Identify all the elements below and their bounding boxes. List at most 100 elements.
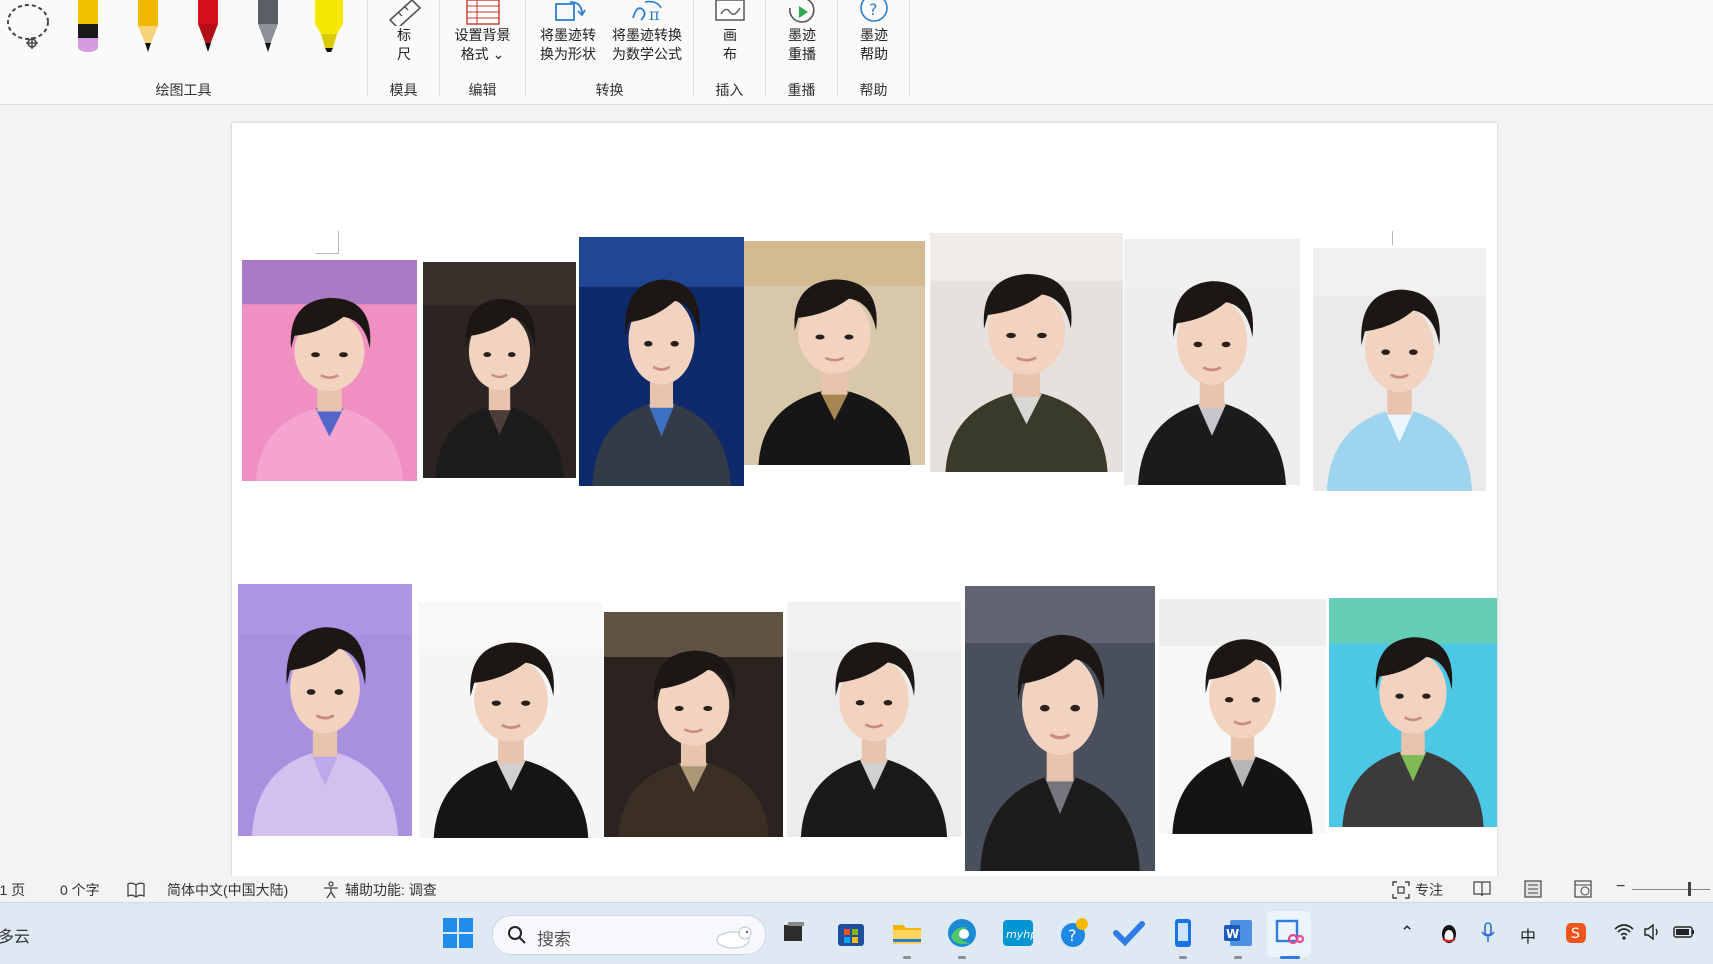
- active-indicator: [1280, 956, 1300, 959]
- portrait-photo-row2-2[interactable]: [419, 602, 603, 838]
- phone-link-icon[interactable]: [1167, 917, 1199, 949]
- language-indicator[interactable]: 简体中文(中国大陆): [167, 880, 288, 900]
- weather-label[interactable]: 多云: [0, 923, 30, 947]
- help-icon: ?: [860, 0, 888, 22]
- word-count[interactable]: 0 个字: [60, 880, 100, 900]
- portrait-photo-row2-5[interactable]: [965, 586, 1155, 871]
- search-placeholder: 搜索: [537, 930, 571, 949]
- background-grid-icon: [465, 0, 500, 25]
- svg-text:S: S: [1571, 926, 1580, 942]
- group-label-insert: 插入: [715, 82, 744, 98]
- portrait-photo-row2-7[interactable]: [1329, 598, 1497, 827]
- zoom-out-button[interactable]: −: [1616, 878, 1625, 896]
- print-layout-icon[interactable]: [1524, 880, 1542, 898]
- svg-text:π: π: [649, 5, 660, 24]
- running-indicator: [1179, 956, 1187, 959]
- portrait-photo-row1-6[interactable]: [1124, 239, 1300, 485]
- microsoft-todo-icon[interactable]: [1113, 917, 1145, 949]
- accessibility-icon[interactable]: [322, 881, 340, 899]
- zoom-slider-thumb[interactable]: [1688, 882, 1691, 896]
- microphone-icon[interactable]: [1480, 922, 1496, 944]
- task-view-icon[interactable]: [778, 917, 810, 949]
- battery-icon[interactable]: [1672, 923, 1696, 941]
- margin-corner-mark: [1392, 231, 1393, 245]
- portrait-photo-row1-7[interactable]: [1313, 248, 1486, 491]
- group-label-convert: 转换: [595, 82, 624, 98]
- group-label-replay: 重播: [787, 82, 816, 98]
- ruler-button[interactable]: 标 尺: [382, 0, 426, 64]
- portrait-photo-row1-2[interactable]: [423, 262, 576, 478]
- canvas-label: 画 布: [723, 27, 737, 62]
- portrait-photo-row1-5[interactable]: [930, 233, 1123, 472]
- volume-icon[interactable]: [1643, 923, 1661, 941]
- running-indicator: [903, 956, 911, 959]
- svg-text:myhp: myhp: [1006, 928, 1034, 941]
- snipping-tool-icon[interactable]: [1273, 917, 1305, 949]
- portrait-photo-row2-1[interactable]: [238, 584, 412, 836]
- proofing-book-icon[interactable]: [127, 882, 145, 898]
- accessibility-status[interactable]: 辅助功能: 调查: [345, 880, 437, 900]
- group-help: ? 墨迹 帮助 帮助: [838, 0, 909, 104]
- portrait-photo-row1-3[interactable]: [579, 237, 744, 486]
- taskbar-search-box[interactable]: 搜索: [492, 915, 766, 955]
- portrait-photo-row2-6[interactable]: [1159, 599, 1326, 834]
- ink-to-math-icon: π: [632, 0, 662, 24]
- ink-replay-label: 墨迹 重播: [788, 27, 816, 62]
- portrait-photo-row2-3[interactable]: [604, 612, 783, 837]
- lasso-select-icon[interactable]: [4, 0, 56, 54]
- page-count[interactable]: 第 1 页，共 1 页: [0, 880, 25, 900]
- ink-help-button[interactable]: ? 墨迹 帮助: [846, 0, 902, 64]
- ink-to-math-button[interactable]: π 将墨迹转换 为数学公式: [604, 0, 690, 64]
- portrait-photo-row1-4[interactable]: [744, 241, 925, 465]
- running-indicator: [958, 956, 966, 959]
- windows-start-icon[interactable]: [443, 918, 473, 948]
- status-bar: 第 1 页，共 1 页 0 个字 简体中文(中国大陆) 辅助功能: 调查 专注 …: [0, 876, 1713, 902]
- focus-mode-label[interactable]: 专注: [1415, 880, 1443, 900]
- ink-replay-icon: [789, 0, 815, 23]
- document-page[interactable]: [232, 123, 1497, 883]
- portrait-photo-row2-4[interactable]: [787, 602, 961, 837]
- background-format-button[interactable]: 设置背景 格式 ⌄: [440, 0, 525, 64]
- black-marker-pen-icon[interactable]: [74, 0, 102, 56]
- search-icon: [508, 926, 526, 944]
- group-label-stencils: 模具: [389, 82, 418, 98]
- group-convert: 将墨迹转 换为形状 π 将墨迹转换 为数学公式 转换: [526, 0, 693, 104]
- portrait-photo-row1-1[interactable]: [242, 260, 417, 481]
- group-stencils: 标 尺 模具: [368, 0, 439, 104]
- canvas-button[interactable]: 画 布: [706, 0, 754, 64]
- focus-mode-icon[interactable]: [1392, 881, 1410, 899]
- svg-text:?: ?: [1068, 926, 1077, 945]
- show-hidden-icons-chevron-icon[interactable]: ⌃: [1400, 923, 1414, 943]
- edge-browser-icon[interactable]: [946, 917, 978, 949]
- group-label-help: 帮助: [859, 82, 888, 98]
- gray-pen-icon[interactable]: [254, 0, 282, 56]
- input-method-indicator[interactable]: 中: [1520, 923, 1536, 947]
- myhp-icon[interactable]: myhp: [1002, 917, 1034, 949]
- red-pen-icon[interactable]: [194, 0, 222, 56]
- get-help-icon[interactable]: ?: [1058, 917, 1090, 949]
- background-format-label: 设置背景 格式 ⌄: [454, 27, 511, 62]
- zoom-slider-track[interactable]: [1632, 889, 1710, 890]
- web-layout-icon[interactable]: [1574, 880, 1592, 898]
- search-highlight-polar-bear-icon: [716, 926, 752, 949]
- ink-replay-button[interactable]: 墨迹 重播: [774, 0, 830, 64]
- microsoft-store-icon[interactable]: [835, 917, 867, 949]
- yellow-pencil-icon[interactable]: [134, 0, 162, 56]
- yellow-highlighter-icon[interactable]: [309, 0, 349, 56]
- group-replay: 墨迹 重播 重播: [766, 0, 837, 104]
- ink-to-shape-button[interactable]: 将墨迹转 换为形状: [534, 0, 602, 64]
- read-mode-icon[interactable]: [1473, 881, 1491, 897]
- word-icon[interactable]: W: [1222, 917, 1254, 949]
- ink-to-shape-icon: [555, 1, 586, 21]
- group-label-drawing-tools: 绘图工具: [155, 82, 212, 98]
- sogou-input-icon[interactable]: S: [1565, 922, 1587, 944]
- ink-to-shape-label: 将墨迹转 换为形状: [540, 27, 596, 62]
- ink-to-math-label: 将墨迹转换 为数学公式: [612, 27, 682, 62]
- qq-penguin-icon[interactable]: [1440, 922, 1458, 944]
- wifi-icon[interactable]: [1614, 923, 1634, 941]
- svg-text:?: ?: [869, 0, 878, 19]
- file-explorer-icon[interactable]: [891, 917, 923, 949]
- group-drawing-tools: 绘图工具: [0, 0, 367, 104]
- group-edit: 设置背景 格式 ⌄ 编辑: [440, 0, 525, 104]
- ruler-icon: [388, 0, 422, 26]
